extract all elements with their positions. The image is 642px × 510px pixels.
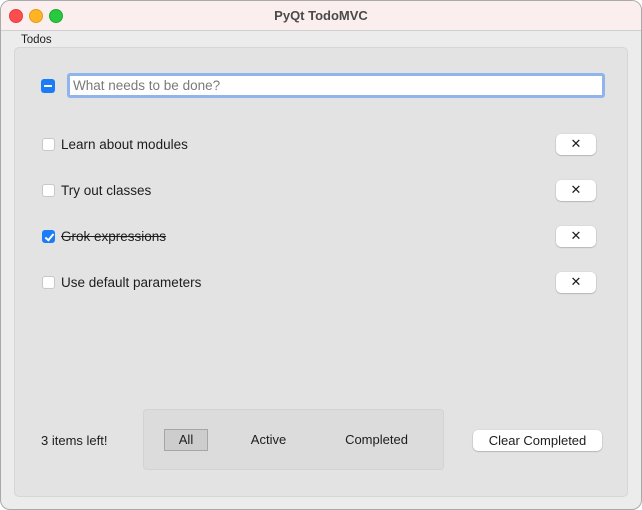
title-bar: PyQt TodoMVC [1,1,641,31]
todo-item: Learn about modules ✕ [41,134,601,156]
todo-label: Learn about modules [61,137,188,152]
todo-item: Try out classes ✕ [41,180,601,202]
delete-todo-button[interactable]: ✕ [556,134,596,155]
todo-item: Use default parameters ✕ [41,272,601,294]
app-window: PyQt TodoMVC Todos Learn about modules ✕… [0,0,642,510]
clear-completed-button[interactable]: Clear Completed [473,430,602,451]
filter-completed-button[interactable]: Completed [335,429,418,451]
todo-checkbox[interactable] [42,184,55,197]
todo-item: Grok expressions ✕ [41,226,601,248]
todo-checkbox[interactable] [42,276,55,289]
todo-label: Try out classes [61,183,152,198]
window-title: PyQt TodoMVC [274,8,368,23]
new-todo-input[interactable] [67,73,605,98]
items-left-count: 3 items left! [41,433,108,448]
delete-todo-button[interactable]: ✕ [556,226,596,247]
todo-checkbox[interactable] [42,230,55,243]
delete-todo-button[interactable]: ✕ [556,180,596,201]
todo-label: Grok expressions [61,229,167,244]
todo-label: Use default parameters [61,275,202,290]
filter-all-button[interactable]: All [164,429,208,451]
todo-checkbox[interactable] [42,138,55,151]
group-title: Todos [21,34,52,46]
filter-active-button[interactable]: Active [241,429,296,451]
toggle-all-checkbox[interactable] [41,79,55,93]
delete-todo-button[interactable]: ✕ [556,272,596,293]
